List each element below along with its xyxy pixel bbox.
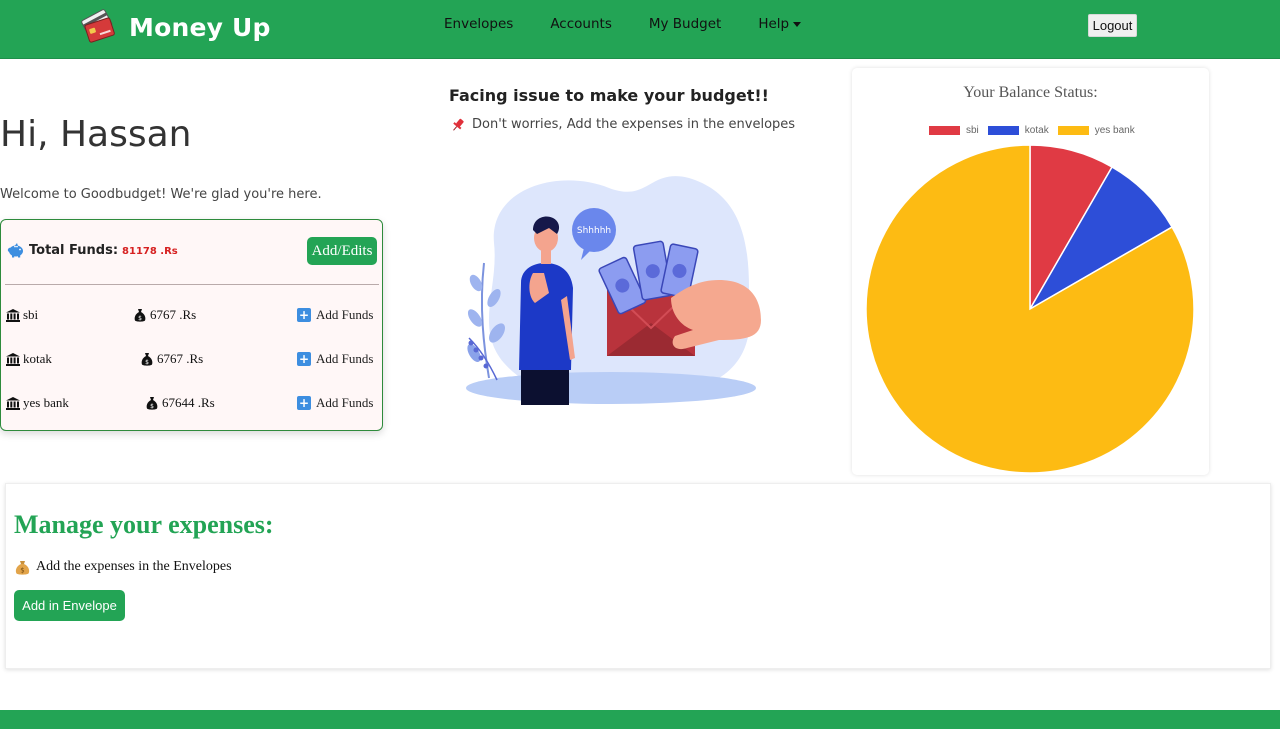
logout-button[interactable]: Logout: [1088, 14, 1137, 37]
money-bag-icon: $: [134, 308, 146, 322]
navbar: Money Up Envelopes Accounts My Budget He…: [0, 0, 1280, 59]
balance-chart-card: Your Balance Status: sbi kotak yes bank: [852, 68, 1209, 475]
tips-subtitle-text: Don't worries, Add the expenses in the e…: [472, 117, 796, 132]
account-row: yes bank $ 67644 .Rs + Add Funds: [1, 395, 382, 415]
brand[interactable]: Money Up: [80, 5, 271, 49]
plus-icon: +: [297, 308, 311, 322]
account-row: kotak $ 6767 .Rs + Add Funds: [1, 351, 382, 371]
piggy-bank-icon: [7, 243, 23, 258]
account-name: sbi: [6, 307, 38, 323]
account-name-label: yes bank: [23, 395, 69, 410]
add-funds-button[interactable]: + Add Funds: [297, 395, 373, 411]
budget-illustration: Shhhhh: [466, 176, 761, 405]
manage-subtitle: $ Add the expenses in the Envelopes: [15, 559, 232, 575]
total-funds-value: 81178 .Rs: [122, 245, 178, 257]
account-amount: $ 6767 .Rs: [141, 351, 203, 367]
nav-links: Envelopes Accounts My Budget Help: [444, 16, 838, 32]
account-name-label: sbi: [23, 307, 39, 322]
add-funds-button[interactable]: + Add Funds: [297, 351, 373, 367]
account-row: sbi $ 6767 .Rs + Add Funds: [1, 307, 382, 327]
plus-icon: +: [297, 396, 311, 410]
add-funds-label: Add Funds: [316, 307, 374, 322]
manage-title: Manage your expenses:: [14, 510, 274, 539]
account-amount-label: 6767 .Rs: [150, 307, 197, 322]
total-funds-label: Total Funds:: [29, 242, 119, 258]
bank-icon: [6, 352, 20, 366]
welcome-text: Welcome to Goodbudget! We're glad you're…: [0, 187, 322, 202]
bank-icon: [6, 396, 20, 410]
add-in-envelope-button[interactable]: Add in Envelope: [14, 590, 125, 621]
credit-cards-icon: [81, 9, 115, 43]
money-bag-icon: $: [141, 352, 153, 366]
footer: [0, 710, 1280, 729]
tips-subtitle: Don't worries, Add the expenses in the e…: [451, 117, 795, 132]
nav-help[interactable]: Help: [758, 16, 802, 32]
svg-text:$: $: [145, 359, 149, 366]
nav-accounts[interactable]: Accounts: [550, 16, 612, 32]
add-funds-label: Add Funds: [316, 351, 374, 366]
account-name-label: kotak: [23, 351, 52, 366]
svg-text:$: $: [150, 403, 154, 410]
account-name: kotak: [6, 351, 52, 367]
funds-card: Total Funds: 81178 .Rs Add/Edits sbi $ 6…: [0, 219, 383, 431]
divider: [5, 284, 379, 285]
greeting-heading: Hi, Hassan: [0, 114, 192, 155]
account-amount: $ 67644 .Rs: [146, 395, 215, 411]
account-amount-label: 6767 .Rs: [157, 351, 204, 366]
money-bag-icon: $: [146, 396, 158, 410]
speech-text: Shhhhh: [577, 226, 611, 236]
add-funds-label: Add Funds: [316, 395, 374, 410]
manage-subtitle-text: Add the expenses in the Envelopes: [36, 559, 232, 574]
nav-envelopes[interactable]: Envelopes: [444, 16, 513, 32]
manage-expenses-section: Manage your expenses: $ Add the expenses…: [5, 483, 1271, 669]
add-edits-button[interactable]: Add/Edits: [307, 237, 377, 265]
account-amount: $ 6767 .Rs: [134, 307, 196, 323]
svg-text:$: $: [138, 315, 142, 322]
pushpin-icon: [453, 118, 464, 131]
bank-icon: [6, 308, 20, 322]
account-name: yes bank: [6, 395, 69, 411]
add-funds-button[interactable]: + Add Funds: [297, 307, 373, 323]
total-funds: Total Funds: 81178 .Rs: [7, 242, 178, 258]
account-amount-label: 67644 .Rs: [162, 395, 215, 410]
plus-icon: +: [297, 352, 311, 366]
brand-name: Money Up: [129, 12, 271, 42]
svg-text:$: $: [20, 566, 24, 574]
nav-my-budget[interactable]: My Budget: [649, 16, 721, 32]
caret-down-icon: [793, 21, 802, 27]
tips-title: Facing issue to make your budget!!: [449, 86, 769, 105]
nav-help-label: Help: [758, 16, 790, 32]
pie-chart: [865, 144, 1195, 474]
money-bag-icon: $: [15, 560, 30, 575]
